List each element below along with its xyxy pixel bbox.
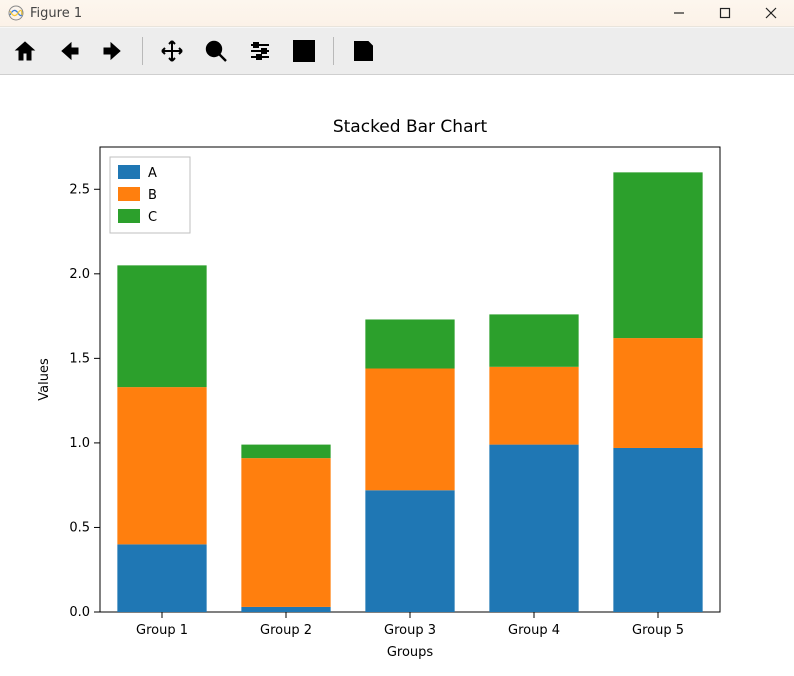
x-tick-label: Group 1 (136, 623, 188, 638)
chart-line-icon (292, 39, 316, 63)
y-tick-label: 0.0 (69, 605, 90, 620)
y-tick-label: 2.5 (69, 182, 90, 197)
bar-segment (117, 544, 206, 612)
x-tick-label: Group 3 (384, 623, 436, 638)
chart-canvas[interactable]: Stacked Bar Chart 0.0 0.5 1.0 1.5 2.0 2.5 Value… (0, 72, 794, 672)
bar-segment (241, 458, 330, 607)
x-tick-label: Group 5 (632, 623, 684, 638)
legend-swatch (118, 209, 140, 223)
legend-swatch (118, 187, 140, 201)
minimize-button[interactable] (656, 0, 702, 26)
pan-button[interactable] (157, 36, 187, 66)
bar-segment (365, 369, 454, 491)
arrow-left-icon (57, 39, 81, 63)
y-tick-label: 0.5 (69, 520, 90, 535)
bar-segment (489, 314, 578, 366)
bar-segment (241, 445, 330, 459)
bar-segment (117, 265, 206, 387)
legend-label: B (148, 188, 157, 203)
maximize-button[interactable] (702, 0, 748, 26)
y-axis-label: Values (37, 358, 52, 401)
window-title: Figure 1 (30, 6, 82, 21)
sliders-icon (248, 39, 272, 63)
y-tick-label: 1.5 (69, 351, 90, 366)
bar-segment (489, 445, 578, 612)
bar-segment (365, 490, 454, 612)
forward-button[interactable] (98, 36, 128, 66)
legend-swatch (118, 165, 140, 179)
save-button[interactable] (348, 36, 378, 66)
zoom-button[interactable] (201, 36, 231, 66)
legend-label: C (148, 210, 157, 225)
x-tick-label: Group 2 (260, 623, 312, 638)
bar-segment (241, 607, 330, 612)
bar-segment (613, 172, 702, 338)
legend-label: A (148, 166, 157, 181)
bar-segment (117, 387, 206, 544)
y-tick-label: 1.0 (69, 436, 90, 451)
home-button[interactable] (10, 36, 40, 66)
bar-segment (613, 338, 702, 448)
toolbar-separator (142, 37, 143, 65)
configure-subplots-button[interactable] (245, 36, 275, 66)
close-button[interactable] (748, 0, 794, 26)
back-button[interactable] (54, 36, 84, 66)
plot-area[interactable]: Stacked Bar Chart 0.0 0.5 1.0 1.5 2.0 2.5 Value… (0, 72, 794, 672)
titlebar: Figure 1 (0, 0, 794, 27)
arrow-right-icon (101, 39, 125, 63)
edit-button[interactable] (289, 36, 319, 66)
zoom-icon (204, 39, 228, 63)
move-icon (160, 39, 184, 63)
bar-segment (613, 448, 702, 612)
toolbar-separator (333, 37, 334, 65)
y-tick-label: 2.0 (69, 267, 90, 282)
x-axis-label: Groups (387, 645, 434, 660)
home-icon (13, 39, 37, 63)
bar-segment (365, 319, 454, 368)
app-logo-icon (8, 5, 24, 21)
chart-title: Stacked Bar Chart (333, 117, 488, 137)
mpl-toolbar (0, 27, 794, 75)
bar-segment (489, 367, 578, 445)
save-icon (351, 39, 375, 63)
x-tick-label: Group 4 (508, 623, 560, 638)
